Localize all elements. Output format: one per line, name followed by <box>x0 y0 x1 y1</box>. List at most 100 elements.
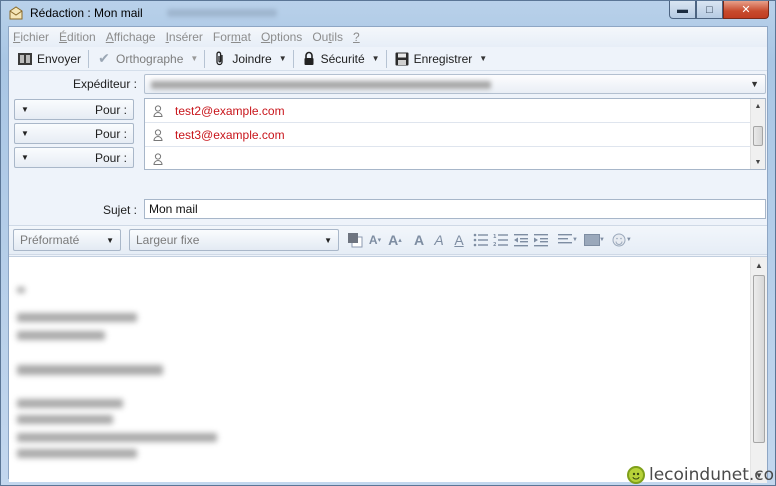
message-body-editor[interactable]: ▲ ▼ <box>9 256 767 483</box>
close-button[interactable]: ✕ <box>723 1 769 19</box>
blurred-text <box>17 365 163 375</box>
subject-label: Sujet : <box>102 203 137 217</box>
menu-options[interactable]: Options <box>261 30 302 44</box>
recipient-row[interactable]: test3@example.com <box>145 123 751 147</box>
recipient-type-select-3[interactable]: ▼ Pour : <box>14 147 134 168</box>
menu-format[interactable]: Format <box>213 30 251 44</box>
send-label: Envoyer <box>37 51 82 66</box>
watermark-text: lecoindunet.com <box>649 465 776 485</box>
bold-icon[interactable]: A <box>409 229 429 251</box>
font-smaller-icon[interactable]: A ▾ <box>365 229 385 251</box>
maximize-button[interactable]: □ <box>696 1 723 19</box>
numbered-list-icon[interactable]: 12 <box>491 229 511 251</box>
svg-text:2: 2 <box>493 242 497 247</box>
window-controls: ▬ □ ✕ <box>669 1 769 19</box>
menu-edition[interactable]: Édition <box>59 30 96 44</box>
sender-label: Expéditeur : <box>72 77 137 91</box>
font-select[interactable]: Largeur fixe ▼ <box>129 229 339 251</box>
security-dropdown-arrow[interactable]: ▼ <box>369 54 383 63</box>
save-dropdown-arrow[interactable]: ▼ <box>476 54 490 63</box>
menu-outils[interactable]: Outils <box>312 30 343 44</box>
blurred-text <box>17 415 113 424</box>
scroll-up-arrow-icon[interactable]: ▲ <box>751 99 765 113</box>
recipient-row[interactable]: test2@example.com <box>145 99 751 123</box>
toolbar-separator <box>204 49 206 68</box>
text-color-icon[interactable] <box>345 229 365 251</box>
recipient-address: test2@example.com <box>175 103 285 118</box>
recipient-row[interactable] <box>145 147 751 171</box>
svg-text:1: 1 <box>493 234 497 240</box>
bullet-list-icon[interactable] <box>471 229 491 251</box>
floppy-disk-icon <box>394 51 410 67</box>
blurred-text <box>17 399 123 408</box>
recipient-type-select-2[interactable]: ▼ Pour : <box>14 123 134 144</box>
menu-help[interactable]: ? <box>353 30 360 44</box>
format-toolbar: Préformaté ▼ Largeur fixe ▼ A ▾ A ▴ A A A … <box>9 225 767 255</box>
sender-blurred-value <box>151 81 491 89</box>
spelling-dropdown-arrow[interactable]: ▼ <box>187 54 201 63</box>
title-blurred-text <box>166 9 277 17</box>
compose-envelope-icon <box>8 5 24 21</box>
sender-select[interactable]: ▼ <box>144 74 766 94</box>
menu-bar: Fichier Édition Affichage Insérer Format… <box>9 27 767 47</box>
chevron-down-icon: ▼ <box>750 79 759 89</box>
spelling-label: Orthographe <box>116 51 184 66</box>
paragraph-format-select[interactable]: Préformaté ▼ <box>13 229 121 251</box>
body-scrollbar[interactable]: ▲ ▼ <box>750 257 767 483</box>
indent-icon[interactable] <box>531 229 551 251</box>
smiley-dropdown-arrow[interactable]: ▼ <box>626 237 632 243</box>
italic-icon[interactable]: A <box>429 229 449 251</box>
underline-icon[interactable]: A <box>449 229 469 251</box>
recipient-address: test3@example.com <box>175 127 285 142</box>
compose-toolbar: Envoyer ✔ Orthographe ▼ Joindre ▼ Sécuri… <box>9 47 767 71</box>
title-bar[interactable]: Rédaction : Mon mail ▬ □ ✕ <box>1 1 775 25</box>
font-larger-icon[interactable]: A ▴ <box>385 229 405 251</box>
attach-button[interactable]: Joindre <box>208 48 275 70</box>
security-button[interactable]: Sécurité <box>297 48 369 70</box>
recipient-type-select-1[interactable]: ▼ Pour : <box>14 99 134 120</box>
scroll-thumb[interactable] <box>753 126 763 146</box>
outdent-icon[interactable] <box>511 229 531 251</box>
recipient-scrollbar[interactable]: ▲ ▼ <box>750 99 765 169</box>
chevron-down-icon: ▼ <box>21 129 29 138</box>
blurred-text <box>17 433 217 442</box>
recipient-type-label: Pour : <box>94 150 127 165</box>
save-label: Enregistrer <box>413 51 473 66</box>
chevron-down-icon: ▼ <box>324 235 332 245</box>
font-value: Largeur fixe <box>136 233 200 247</box>
contact-person-icon <box>151 152 165 166</box>
send-button[interactable]: Envoyer <box>13 48 85 70</box>
chevron-down-icon: ▼ <box>106 235 114 245</box>
subject-input[interactable]: Mon mail <box>144 199 766 219</box>
send-icon <box>17 51 33 67</box>
attach-label: Joindre <box>232 51 272 66</box>
minimize-button[interactable]: ▬ <box>669 1 696 19</box>
insert-dropdown-arrow[interactable]: ▼ <box>599 237 605 243</box>
blurred-text <box>17 331 105 340</box>
menu-fichier[interactable]: Fichier <box>13 30 49 44</box>
chevron-down-icon: ▼ <box>21 105 29 114</box>
recipient-type-label: Pour : <box>94 102 127 117</box>
recipient-type-label: Pour : <box>94 126 127 141</box>
attach-dropdown-arrow[interactable]: ▼ <box>276 54 290 63</box>
watermark-logo-icon <box>627 466 645 484</box>
menu-inserer[interactable]: Insérer <box>166 30 203 44</box>
recipient-list: test2@example.com test3@example.com ▲ ▼ <box>144 98 766 170</box>
window-title: Rédaction : Mon mail <box>30 6 143 20</box>
toolbar-separator <box>88 49 90 68</box>
message-header: Expéditeur : ▼ ▼ Pour : ▼ Pour : ▼ Pour … <box>9 71 767 219</box>
contact-person-icon <box>151 128 165 142</box>
save-button[interactable]: Enregistrer <box>390 48 477 70</box>
blurred-text <box>17 313 137 322</box>
window-client-area: Fichier Édition Affichage Insérer Format… <box>8 26 768 483</box>
spelling-button[interactable]: ✔ Orthographe <box>92 48 187 70</box>
scroll-thumb[interactable] <box>753 275 765 443</box>
scroll-up-arrow-icon[interactable]: ▲ <box>751 257 767 273</box>
paperclip-icon <box>212 51 228 67</box>
scroll-down-arrow-icon[interactable]: ▼ <box>751 155 765 169</box>
align-dropdown-arrow[interactable]: ▼ <box>572 237 578 243</box>
contact-person-icon <box>151 104 165 118</box>
blurred-text <box>17 449 137 458</box>
compose-window: Rédaction : Mon mail ▬ □ ✕ Fichier Éditi… <box>0 0 776 486</box>
menu-affichage[interactable]: Affichage <box>106 30 156 44</box>
